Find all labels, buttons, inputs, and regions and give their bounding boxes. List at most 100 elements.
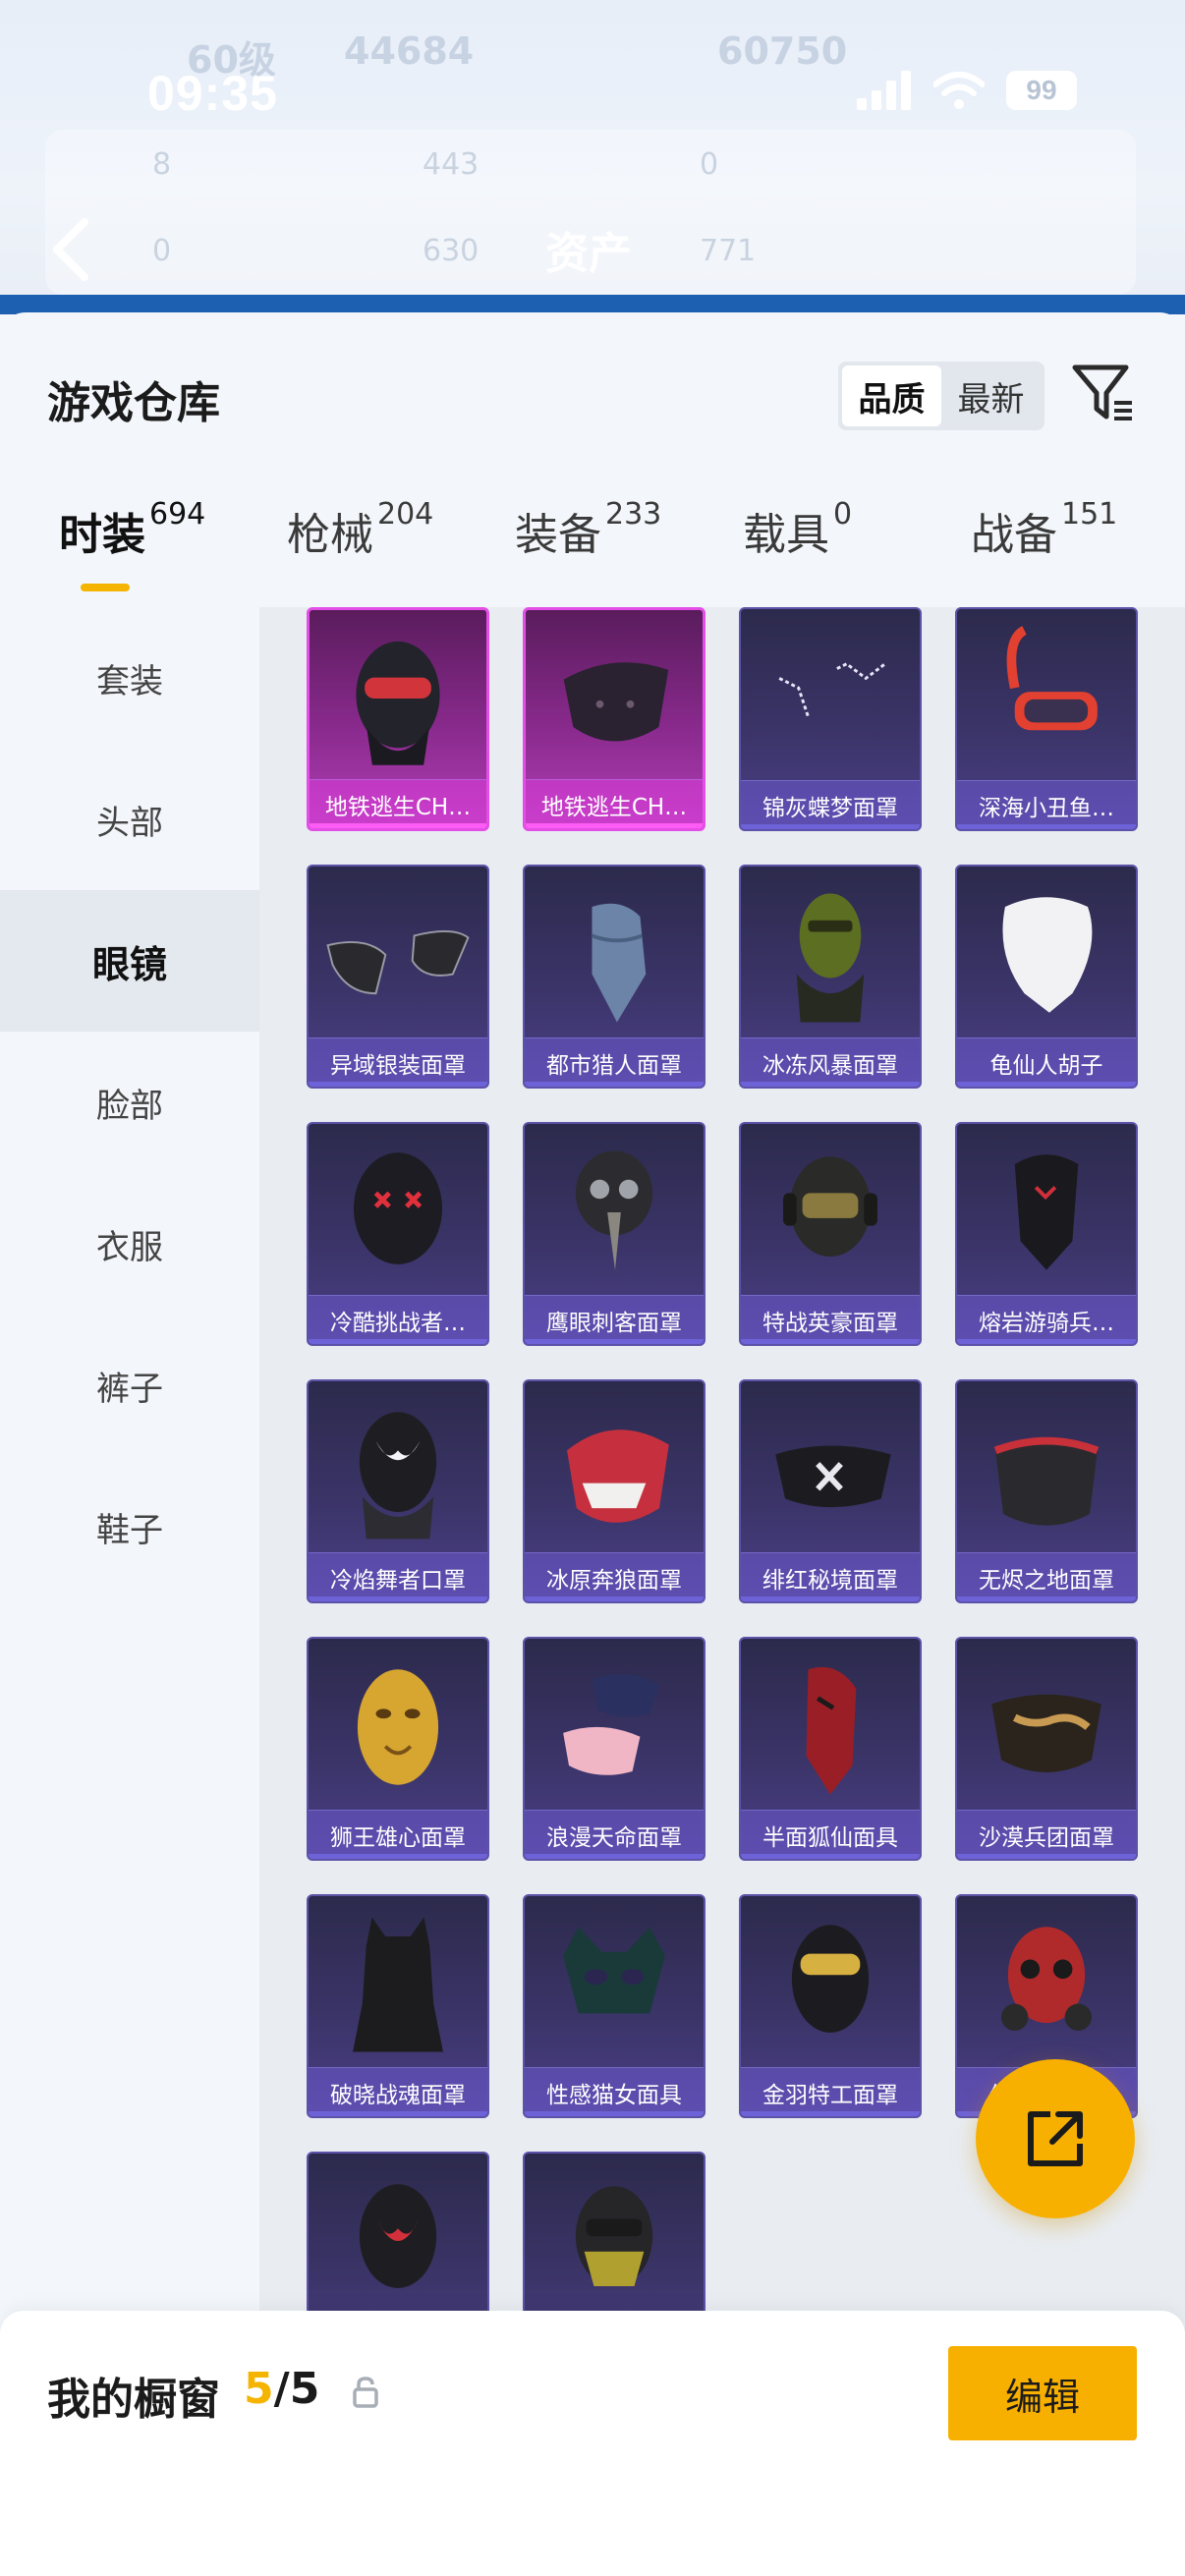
ghost-stat-b: 60750 — [717, 29, 848, 73]
goggle-balaclava-icon — [791, 1925, 870, 2033]
share-icon — [1028, 2111, 1083, 2166]
item-name: 冰原奔狼面罩 — [525, 1552, 704, 1601]
item-card[interactable]: 狮王雄心面罩 — [307, 1637, 489, 1861]
item-name: 鹰眼刺客面罩 — [525, 1295, 704, 1344]
item-name: 性感猫女面具 — [525, 2067, 704, 2116]
item-name: 地铁逃生CH… — [310, 779, 486, 828]
item-name: 龟仙人胡子 — [957, 1037, 1136, 1087]
ghost-row2-b: 630 — [423, 234, 480, 268]
item-card[interactable]: 特战英豪面罩 — [739, 1122, 922, 1346]
tab-count: 0 — [833, 497, 853, 532]
rarity-bar — [309, 1339, 487, 1344]
item-card[interactable]: 锦灰蝶梦面罩 — [739, 607, 922, 831]
showcase-label: 我的橱窗 — [47, 2375, 220, 2425]
rarity-bar — [309, 2111, 487, 2116]
item-name: 冷焰舞者口罩 — [309, 1552, 487, 1601]
warehouse-panel: 游戏仓库 品质 最新 时装 694 枪械 204 装备 233 载具 0 战备 … — [0, 312, 1185, 2576]
edit-button[interactable]: 编辑 — [948, 2346, 1137, 2440]
showcase-bar: 我的橱窗 5/5 编辑 — [0, 2311, 1185, 2576]
rarity-bar — [525, 1596, 704, 1601]
tab-count: 204 — [377, 497, 434, 532]
category-tabs: 时装 694 枪械 204 装备 233 载具 0 战备 151 — [0, 497, 1185, 607]
item-grid: 地铁逃生CH… 地铁逃生CH… 锦灰蝶梦面罩 深海小丑鱼… 异域银装面罩 都市猎… — [259, 607, 1185, 2576]
sidebar-item-clothes[interactable]: 衣服 — [0, 1173, 259, 1315]
tab-label: 装备 — [515, 510, 601, 560]
tab-label: 战备 — [971, 510, 1057, 560]
plague-doctor-mask-icon — [575, 1150, 653, 1270]
showcase-current: 5 — [244, 2364, 274, 2414]
tab-firearms[interactable]: 枪械 204 — [287, 497, 434, 562]
rarity-bar — [741, 824, 920, 829]
rarity-bar — [741, 1339, 920, 1344]
battery-icon: 99 — [1006, 71, 1077, 110]
item-card[interactable]: 地铁逃生CH… — [523, 607, 705, 831]
item-card[interactable]: 冰原奔狼面罩 — [523, 1379, 705, 1603]
item-card[interactable]: 鹰眼刺客面罩 — [523, 1122, 705, 1346]
item-card[interactable]: 龟仙人胡子 — [955, 865, 1138, 1089]
item-card[interactable]: 熔岩游骑兵… — [955, 1122, 1138, 1346]
dark-half-mask-icon — [563, 662, 669, 742]
item-card[interactable]: 都市猎人面罩 — [523, 865, 705, 1089]
sidebar-item-glasses[interactable]: 眼镜 — [0, 890, 259, 1032]
red-wolf-mask-icon — [567, 1429, 669, 1523]
ghost-row1-c: 0 — [700, 147, 719, 182]
item-card[interactable]: 性感猫女面具 — [523, 1894, 705, 2118]
item-name: 半面狐仙面具 — [741, 1810, 920, 1859]
back-button[interactable] — [41, 212, 100, 287]
tactical-headset-mask-icon — [783, 1156, 877, 1257]
showcase-total: /5 — [273, 2364, 320, 2414]
item-name: 金羽特工面罩 — [741, 2067, 920, 2116]
snorkel-goggles-icon — [1006, 626, 1098, 731]
item-name: 破晓战魂面罩 — [309, 2067, 487, 2116]
gold-lion-mask-icon — [357, 1669, 439, 1785]
rarity-bar — [741, 1854, 920, 1859]
tab-vehicles[interactable]: 载具 0 — [743, 497, 853, 562]
white-flame-balaclava-icon — [359, 1412, 437, 1540]
sidebar-item-suit[interactable]: 套装 — [0, 607, 259, 749]
page-title: 资产 — [545, 229, 632, 279]
sort-quality-option[interactable]: 品质 — [842, 365, 941, 426]
yellow-tactical-mask-icon — [575, 2186, 653, 2286]
item-card[interactable]: 破晓战魂面罩 — [307, 1894, 489, 2118]
sidebar-item-head[interactable]: 头部 — [0, 749, 259, 890]
black-helmet-red-visor-icon — [356, 641, 440, 765]
sidebar-item-pants[interactable]: 裤子 — [0, 1315, 259, 1456]
rarity-bar — [957, 1854, 1136, 1859]
item-name: 沙漠兵团面罩 — [957, 1810, 1136, 1859]
item-card[interactable]: 深海小丑鱼… — [955, 607, 1138, 831]
share-button[interactable] — [976, 2059, 1135, 2218]
item-card[interactable]: 半面狐仙面具 — [739, 1637, 922, 1861]
tab-count: 233 — [605, 497, 662, 532]
green-camo-balaclava-icon — [796, 893, 865, 1023]
item-card[interactable]: 无烬之地面罩 — [955, 1379, 1138, 1603]
rarity-bar — [957, 1339, 1136, 1344]
tab-supplies[interactable]: 战备 151 — [971, 497, 1117, 562]
sort-latest-option[interactable]: 最新 — [941, 365, 1041, 426]
item-card[interactable]: 冰冻风暴面罩 — [739, 865, 922, 1089]
rarity-bar — [526, 823, 703, 828]
tab-equipment[interactable]: 装备 233 — [515, 497, 662, 562]
tab-label: 载具 — [743, 510, 829, 560]
item-card[interactable]: 绯红秘境面罩 — [739, 1379, 922, 1603]
tab-fashion[interactable]: 时装 694 — [59, 497, 205, 562]
sidebar-item-face[interactable]: 脸部 — [0, 1032, 259, 1173]
rarity-bar — [741, 1596, 920, 1601]
item-card[interactable]: 浪漫天命面罩 — [523, 1637, 705, 1861]
ghost-row1-b: 443 — [423, 147, 480, 182]
red-x-eye-mask-icon — [353, 1152, 443, 1264]
filter-icon[interactable] — [1071, 362, 1136, 426]
item-card[interactable]: 地铁逃生CH… — [307, 607, 489, 831]
item-card[interactable]: 冷酷挑战者… — [307, 1122, 489, 1346]
tab-label: 枪械 — [287, 510, 373, 560]
rarity-bar — [741, 1082, 920, 1087]
rarity-bar — [309, 1854, 487, 1859]
item-card[interactable]: 异域银装面罩 — [307, 865, 489, 1089]
sidebar-item-shoes[interactable]: 鞋子 — [0, 1456, 259, 1597]
rarity-bar — [957, 824, 1136, 829]
red-gas-mask-icon — [1001, 1927, 1092, 2031]
item-card[interactable]: 沙漠兵团面罩 — [955, 1637, 1138, 1861]
signal-icon — [857, 71, 911, 110]
item-card[interactable]: 冷焰舞者口罩 — [307, 1379, 489, 1603]
active-tab-indicator — [81, 584, 130, 591]
item-card[interactable]: 金羽特工面罩 — [739, 1894, 922, 2118]
